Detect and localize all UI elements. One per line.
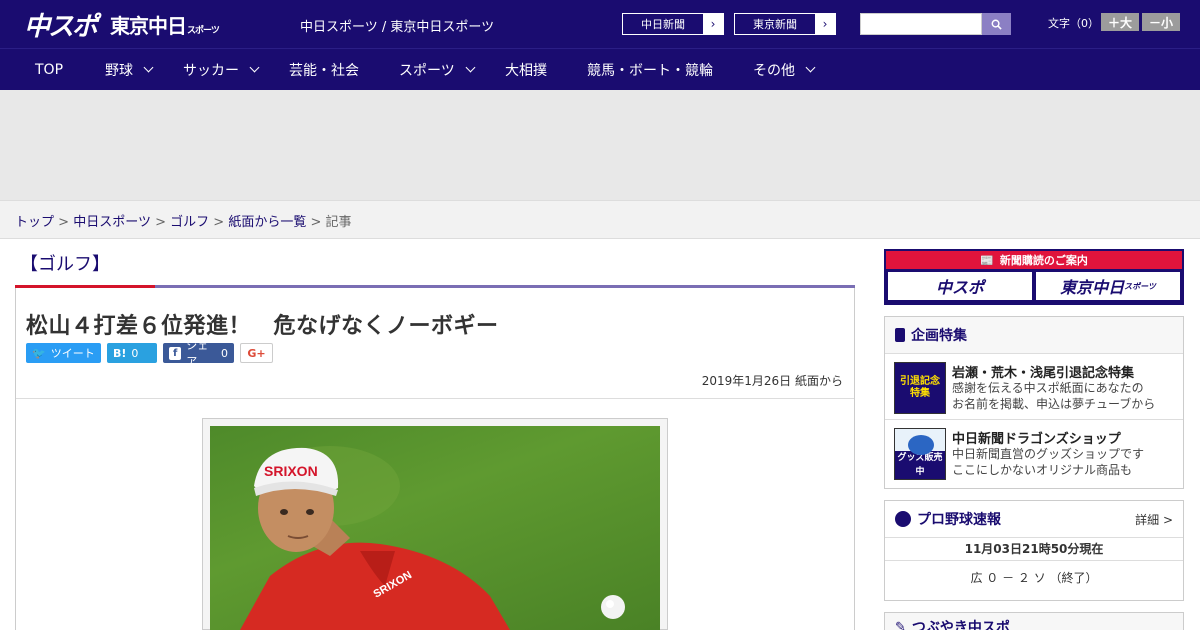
search-button[interactable]: [982, 13, 1011, 35]
speech-bubble-icon: ✎: [895, 619, 906, 630]
divider: [16, 398, 854, 399]
article-date: 2019年1月26日 紙面から: [701, 374, 843, 388]
font-larger-button[interactable]: ＋大: [1101, 13, 1139, 31]
nav-item-top[interactable]: TOP: [35, 49, 63, 90]
feature-item[interactable]: グッズ販売中 中日新聞ドラゴンズショップ 中日新聞直営のグッズショップです ここに…: [885, 419, 1183, 485]
subscribe-chuspo-button[interactable]: 中スポ: [888, 272, 1032, 300]
breadcrumb-paper-list[interactable]: 紙面から一覧: [228, 215, 306, 230]
nav-item-soccer[interactable]: サッカー: [183, 49, 260, 90]
nav-item-sports[interactable]: スポーツ: [399, 49, 476, 90]
golfer-photo-illustration: SRIXON SRIXON: [240, 446, 625, 630]
subscription-header: 📰 新聞購読のご案内: [886, 251, 1182, 269]
breadcrumb-chunichi-sports[interactable]: 中日スポーツ: [73, 215, 151, 230]
nav-item-entertainment[interactable]: 芸能・社会: [289, 49, 359, 90]
chevron-down-icon: [249, 62, 260, 73]
features-heading: 企画特集: [885, 317, 1183, 353]
subscription-banner[interactable]: 📰 新聞購読のご案内 中スポ 東京中日 スポーツ: [884, 249, 1184, 305]
google-plus-button[interactable]: G+: [240, 343, 273, 363]
breadcrumb-current: 記事: [325, 215, 352, 230]
nav-item-racing[interactable]: 競馬・ボート・競輪: [587, 49, 713, 90]
category-heading: 【ゴルフ】: [20, 254, 110, 275]
site-title: 中日スポーツ / 東京中日スポーツ: [300, 20, 495, 35]
features-panel: 企画特集 引退記念特集 岩瀬・荒木・浅尾引退記念特集 感謝を伝える中スポ紙面にあ…: [884, 316, 1184, 489]
scores-heading: プロ野球速報 詳細 >: [885, 501, 1183, 537]
scores-timestamp: 11月03日21時50分現在: [885, 537, 1183, 561]
chevron-down-icon: [465, 62, 476, 73]
newspaper-icon: 📰: [980, 253, 994, 267]
breadcrumb-top[interactable]: トップ: [15, 215, 54, 230]
nav-item-other[interactable]: その他: [753, 49, 816, 90]
site-header: 中スポ 東京中日スポーツ 中日スポーツ / 東京中日スポーツ 中日新聞 › 東京…: [0, 0, 1200, 48]
tweet-button[interactable]: 🐦 ツイート: [26, 343, 101, 363]
search-input[interactable]: [860, 13, 982, 35]
logo-chuspo: 中スポ: [24, 11, 98, 42]
game-score[interactable]: 広 ０ － ２ ソ （終了）: [885, 561, 1183, 597]
scores-detail-link[interactable]: 詳細 >: [1135, 511, 1173, 528]
feature-thumbnail: グッズ販売中: [894, 428, 946, 480]
tweets-heading: ✎ つぶやき中スポ: [885, 613, 1183, 630]
cap-logo-text: SRIXON: [264, 463, 318, 479]
article-title: 松山４打差６位発進！ 危なげなくノーボギー: [26, 314, 499, 339]
google-plus-icon: G+: [247, 346, 266, 360]
ad-banner-area: [0, 90, 1200, 200]
tweets-panel: ✎ つぶやき中スポ: [884, 612, 1184, 630]
font-size-label: 文字（0）: [1048, 17, 1099, 30]
chevron-right-icon: ›: [703, 14, 723, 34]
breadcrumb: トップ > 中日スポーツ > ゴルフ > 紙面から一覧 > 記事: [0, 200, 1200, 239]
facebook-share-button[interactable]: f シェア 0: [163, 339, 234, 368]
search-icon: [991, 19, 1002, 30]
baseball-scores-panel: プロ野球速報 詳細 > 11月03日21時50分現在 広 ０ － ２ ソ （終了…: [884, 500, 1184, 601]
subscribe-tokyo-chunichi-button[interactable]: 東京中日 スポーツ: [1036, 272, 1180, 300]
mascot-icon: [908, 435, 934, 455]
feature-item[interactable]: 引退記念特集 岩瀬・荒木・浅尾引退記念特集 感謝を伝える中スポ紙面にあなたの お名…: [885, 353, 1183, 419]
hatena-icon: B!: [113, 346, 127, 360]
facebook-icon: f: [169, 346, 182, 360]
nav-item-sumo[interactable]: 大相撲: [505, 49, 547, 90]
feature-thumbnail: 引退記念特集: [894, 362, 946, 414]
article-photo[interactable]: SRIXON SRIXON: [210, 426, 660, 630]
nav-item-baseball[interactable]: 野球: [105, 49, 154, 90]
ribbon-icon: [895, 328, 905, 342]
breadcrumb-golf[interactable]: ゴルフ: [170, 215, 209, 230]
chevron-down-icon: [805, 62, 816, 73]
hatena-bookmark-button[interactable]: B! 0: [107, 343, 157, 363]
site-logo[interactable]: 中スポ 東京中日スポーツ: [24, 8, 220, 42]
chevron-down-icon: [143, 62, 154, 73]
chunichi-shimbun-link[interactable]: 中日新聞 ›: [622, 13, 724, 35]
main-nav: TOP 野球 サッカー 芸能・社会 スポーツ 大相撲 競馬・ボート・競輪 その他: [0, 48, 1200, 90]
baseball-icon: [895, 511, 911, 527]
logo-tokyo-chunichi: 東京中日スポーツ: [110, 13, 220, 38]
chevron-right-icon: ›: [815, 14, 835, 34]
font-smaller-button[interactable]: －小: [1142, 13, 1180, 31]
twitter-icon: 🐦: [32, 346, 46, 360]
tokyo-shimbun-link[interactable]: 東京新聞 ›: [734, 13, 836, 35]
